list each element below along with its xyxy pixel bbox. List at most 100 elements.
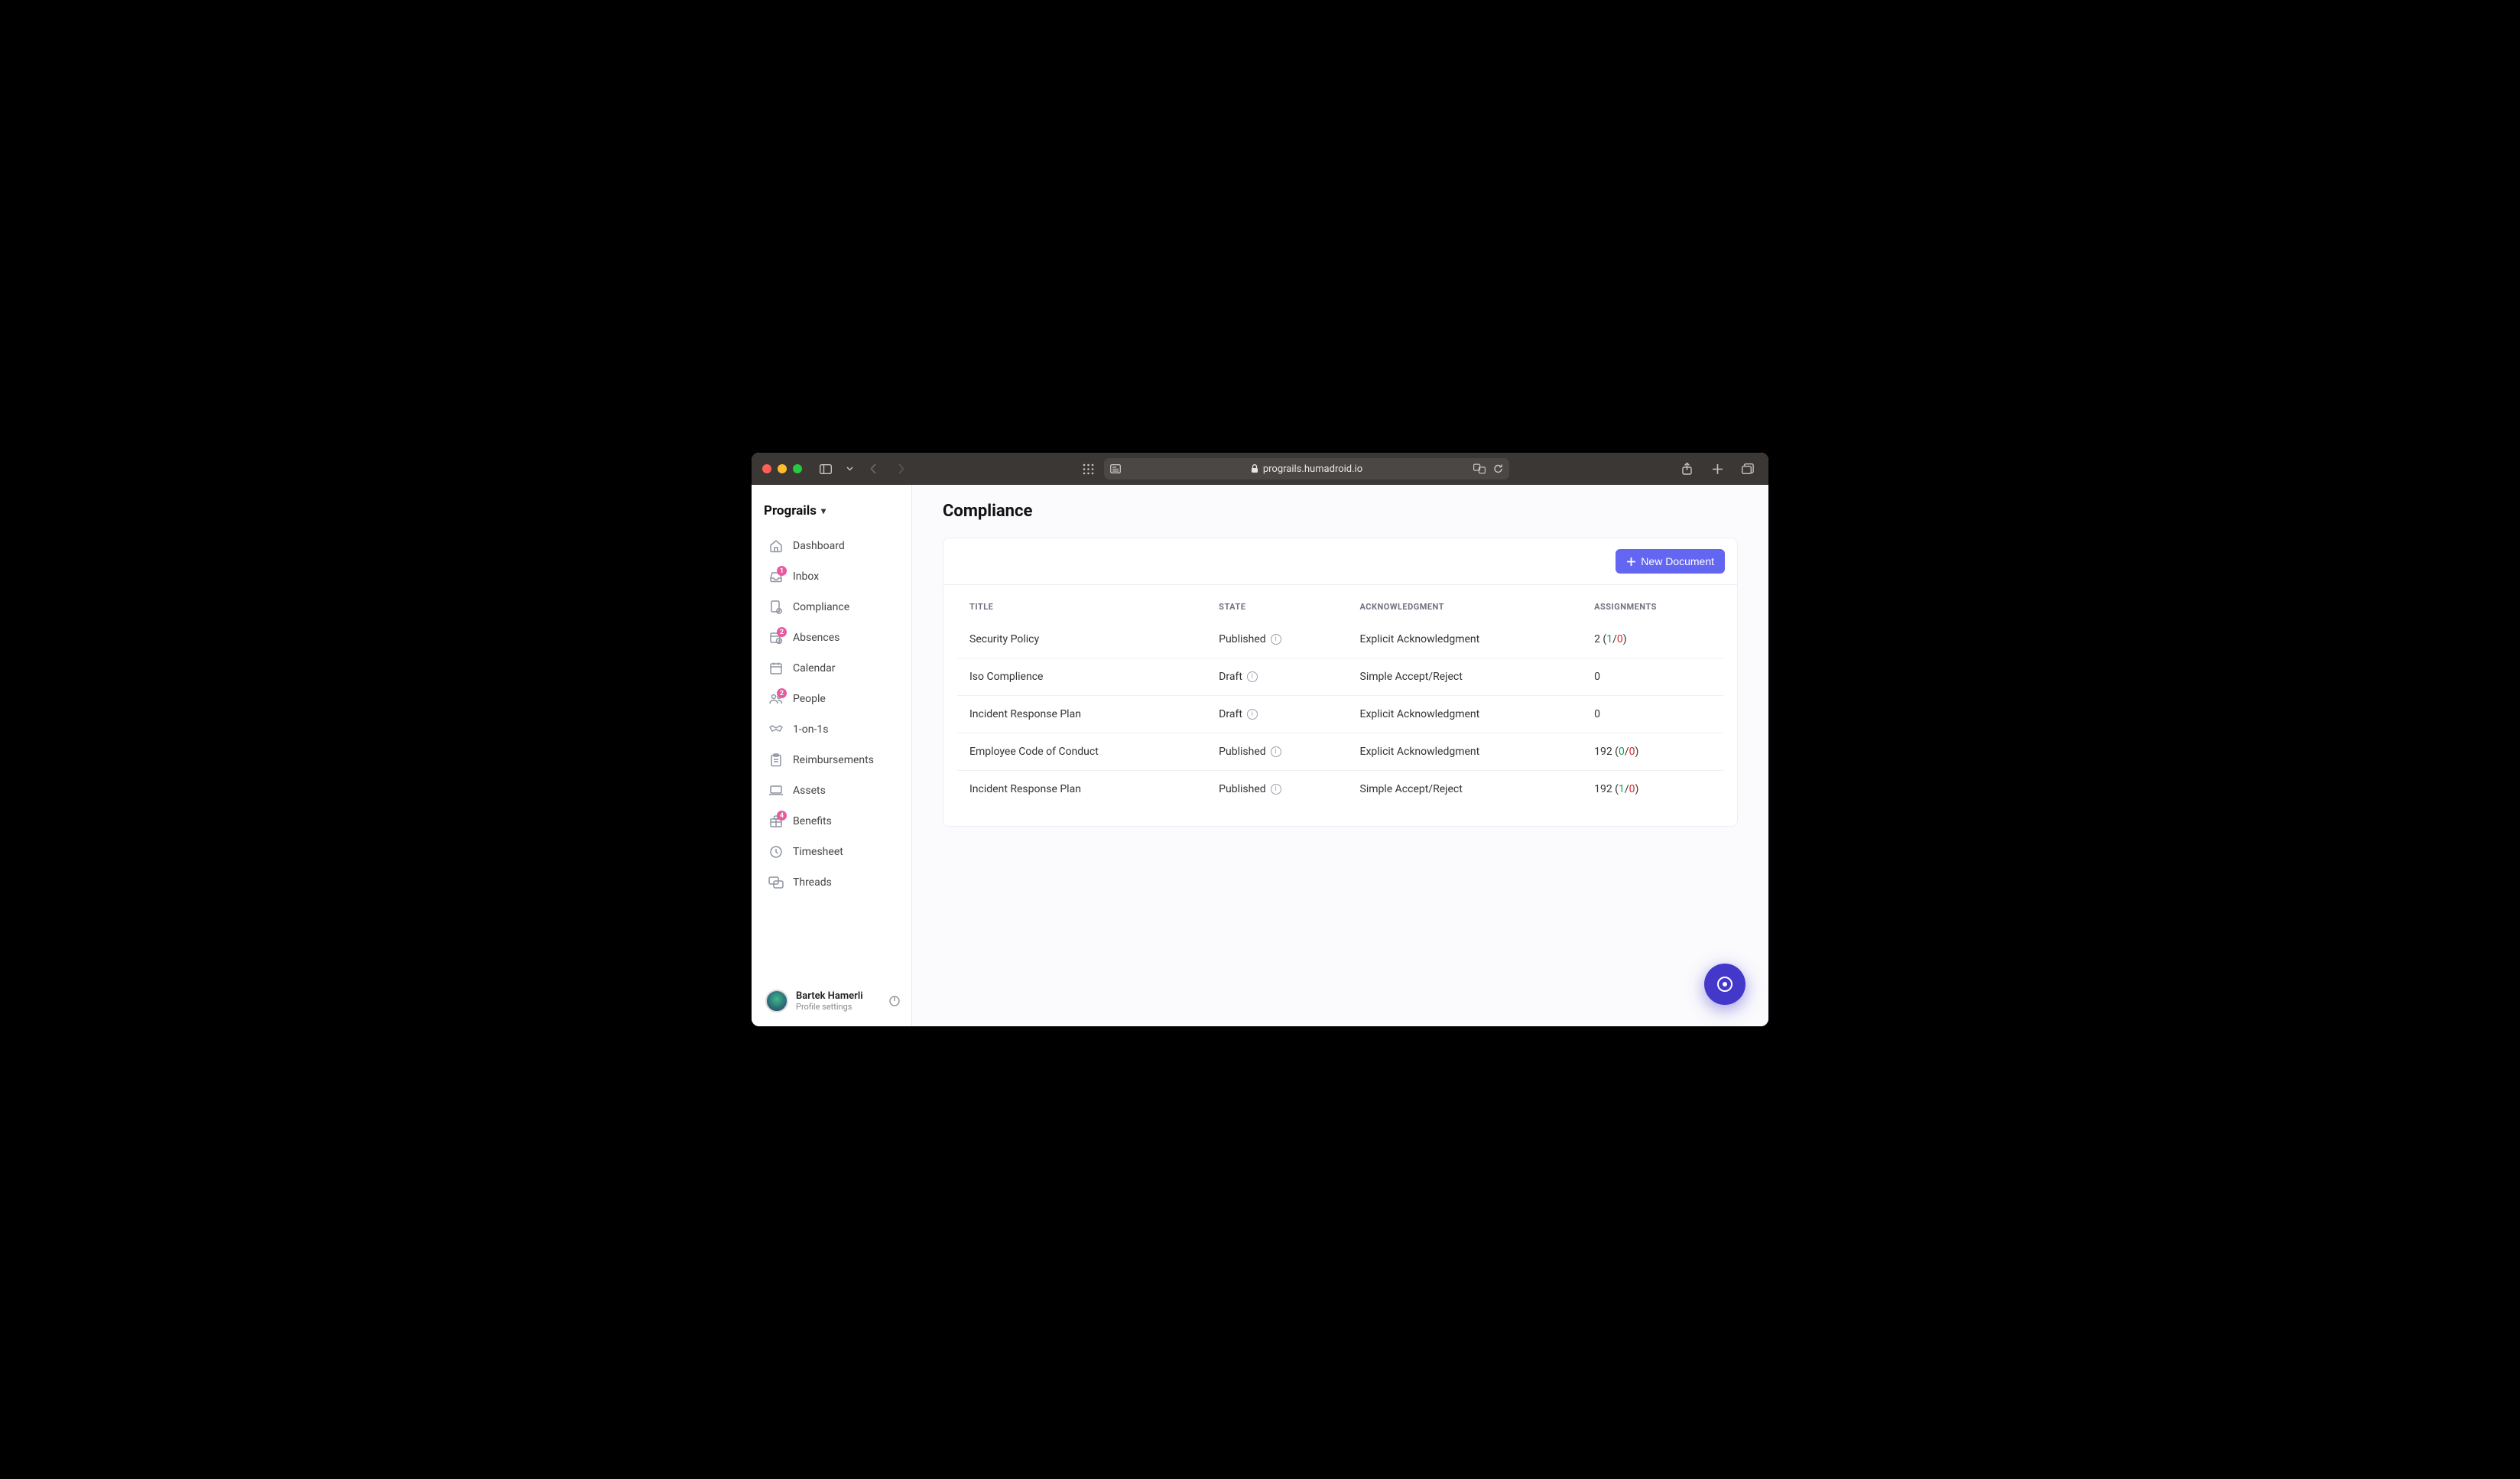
sidebar-item-label: Reimbursements xyxy=(793,754,874,766)
org-name: Prograils xyxy=(764,503,817,518)
cell-state: Drafti xyxy=(1206,658,1347,696)
sidebar-item-label: Assets xyxy=(793,785,826,797)
cell-title: Incident Response Plan xyxy=(957,696,1206,733)
translate-icon[interactable] xyxy=(1473,464,1486,474)
badge: 4 xyxy=(777,811,787,821)
titlebar: prograils.humadroid.io xyxy=(752,453,1768,485)
cell-state: Drafti xyxy=(1206,696,1347,733)
laptop-icon xyxy=(768,783,784,798)
cell-assignments: 0 xyxy=(1582,658,1723,696)
sidebar-item-timesheet[interactable]: Timesheet xyxy=(762,838,904,866)
reader-icon[interactable] xyxy=(1110,464,1121,473)
page-title: Compliance xyxy=(943,502,1738,521)
info-icon[interactable]: i xyxy=(1247,709,1258,720)
gift-icon: 4 xyxy=(768,814,784,829)
maximize-window-button[interactable] xyxy=(793,464,802,473)
sidebar-item-assets[interactable]: Assets xyxy=(762,777,904,805)
cell-title: Employee Code of Conduct xyxy=(957,733,1206,771)
people-icon: 2 xyxy=(768,691,784,707)
forward-button[interactable] xyxy=(891,459,911,479)
cell-assignments: 192 (1/0) xyxy=(1582,771,1723,808)
home-icon xyxy=(768,538,784,554)
address-bar-area: prograils.humadroid.io xyxy=(918,458,1669,479)
tab-overview-icon[interactable] xyxy=(1078,459,1098,479)
sidebar-item-label: People xyxy=(793,693,826,705)
minimize-window-button[interactable] xyxy=(778,464,787,473)
sidebar: Prograils ▾ Dashboard 1 Inbox xyxy=(752,485,912,1026)
badge: 2 xyxy=(777,627,787,637)
cell-acknowledgment: Explicit Acknowledgment xyxy=(1348,696,1583,733)
user-name: Bartek Hamerli xyxy=(796,990,881,1002)
app-frame: Prograils ▾ Dashboard 1 Inbox xyxy=(752,485,1768,1026)
sidebar-item-label: 1-on-1s xyxy=(793,723,828,736)
sidebar-item-compliance[interactable]: Compliance xyxy=(762,593,904,621)
cell-acknowledgment: Explicit Acknowledgment xyxy=(1348,733,1583,771)
table-row[interactable]: Security PolicyPublishediExplicit Acknow… xyxy=(957,621,1723,658)
badge: 1 xyxy=(777,566,787,576)
back-button[interactable] xyxy=(863,459,883,479)
documents-card: New Document TITLE STATE ACKNOWLEDGMENT … xyxy=(943,538,1738,827)
cell-title: Security Policy xyxy=(957,621,1206,658)
button-label: New Document xyxy=(1641,555,1714,567)
col-state[interactable]: STATE xyxy=(1206,591,1347,621)
address-bar[interactable]: prograils.humadroid.io xyxy=(1104,458,1509,479)
sidebar-item-label: Dashboard xyxy=(793,540,845,552)
cell-assignments: 0 xyxy=(1582,696,1723,733)
sidebar-item-label: Timesheet xyxy=(793,846,843,858)
cell-title: Iso Complience xyxy=(957,658,1206,696)
info-icon[interactable]: i xyxy=(1271,634,1281,645)
cell-title: Incident Response Plan xyxy=(957,771,1206,808)
sidebar-item-people[interactable]: 2 People xyxy=(762,685,904,713)
info-icon[interactable]: i xyxy=(1271,746,1281,757)
calendar-icon xyxy=(768,661,784,676)
col-ack[interactable]: ACKNOWLEDGMENT xyxy=(1348,591,1583,621)
col-assign[interactable]: ASSIGNMENTS xyxy=(1582,591,1723,621)
caret-down-icon: ▾ xyxy=(821,505,826,516)
avatar[interactable] xyxy=(765,990,788,1013)
sidebar-toggle-icon[interactable] xyxy=(816,459,836,479)
window-controls xyxy=(762,464,802,473)
table-row[interactable]: Incident Response PlanDraftiExplicit Ack… xyxy=(957,696,1723,733)
calendar-clock-icon: 2 xyxy=(768,630,784,645)
clock-icon xyxy=(768,844,784,860)
sidebar-item-threads[interactable]: Threads xyxy=(762,869,904,896)
sidebar-item-dashboard[interactable]: Dashboard xyxy=(762,532,904,560)
cell-acknowledgment: Simple Accept/Reject xyxy=(1348,771,1583,808)
table-row[interactable]: Iso ComplienceDraftiSimple Accept/Reject… xyxy=(957,658,1723,696)
compliance-icon xyxy=(768,600,784,615)
sidebar-item-calendar[interactable]: Calendar xyxy=(762,655,904,682)
sidebar-item-inbox[interactable]: 1 Inbox xyxy=(762,563,904,590)
user-subtitle: Profile settings xyxy=(796,1002,881,1012)
share-icon[interactable] xyxy=(1677,459,1697,479)
sidebar-item-one-on-ones[interactable]: 1-on-1s xyxy=(762,716,904,743)
info-icon[interactable]: i xyxy=(1247,671,1258,682)
sidebar-item-label: Inbox xyxy=(793,570,819,583)
chevron-down-icon[interactable] xyxy=(843,459,856,479)
inbox-icon: 1 xyxy=(768,569,784,584)
chat-fab[interactable] xyxy=(1704,964,1745,1005)
titlebar-right xyxy=(1677,459,1758,479)
table-row[interactable]: Incident Response PlanPublishediSimple A… xyxy=(957,771,1723,808)
sidebar-item-reimbursements[interactable]: Reimbursements xyxy=(762,746,904,774)
table-row[interactable]: Employee Code of ConductPublishediExplic… xyxy=(957,733,1723,771)
info-icon[interactable]: i xyxy=(1271,784,1281,795)
cell-assignments: 192 (0/0) xyxy=(1582,733,1723,771)
logout-button[interactable] xyxy=(888,995,901,1007)
user-info[interactable]: Bartek Hamerli Profile settings xyxy=(796,990,881,1012)
sidebar-nav: Dashboard 1 Inbox Compliance xyxy=(762,532,904,896)
browser-window: prograils.humadroid.io xyxy=(752,453,1768,1026)
refresh-icon[interactable] xyxy=(1493,464,1503,474)
new-document-button[interactable]: New Document xyxy=(1616,549,1725,574)
org-switcher[interactable]: Prograils ▾ xyxy=(762,500,904,532)
documents-table: TITLE STATE ACKNOWLEDGMENT ASSIGNMENTS S… xyxy=(943,585,1737,826)
tab-list-icon[interactable] xyxy=(1738,459,1758,479)
sidebar-item-label: Calendar xyxy=(793,662,836,674)
sidebar-item-label: Absences xyxy=(793,632,839,644)
clipboard-icon xyxy=(768,753,784,768)
col-title[interactable]: TITLE xyxy=(957,591,1206,621)
sidebar-item-absences[interactable]: 2 Absences xyxy=(762,624,904,652)
sidebar-item-benefits[interactable]: 4 Benefits xyxy=(762,808,904,835)
new-tab-icon[interactable] xyxy=(1707,459,1727,479)
close-window-button[interactable] xyxy=(762,464,771,473)
chat-icon xyxy=(768,875,784,890)
